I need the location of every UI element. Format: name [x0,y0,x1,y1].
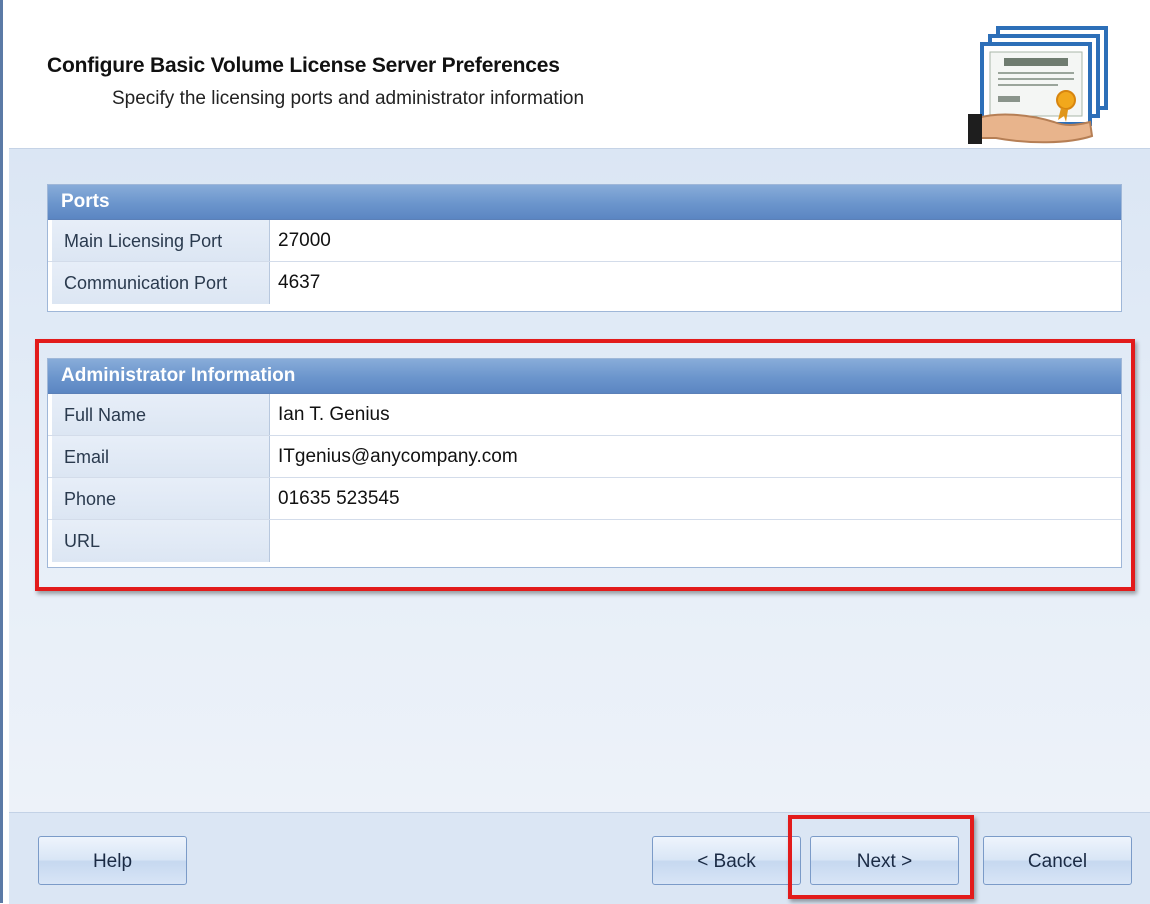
full-name-input[interactable] [270,394,1117,435]
next-button[interactable]: Next > [810,836,959,885]
ports-group-title: Ports [48,185,1121,220]
phone-input[interactable] [270,478,1117,519]
window-top-edge [9,0,1150,12]
main-licensing-port-input[interactable] [270,220,1117,261]
wizard-header: Configure Basic Volume License Server Pr… [9,12,1150,149]
url-label: URL [52,520,270,562]
main-licensing-port-label: Main Licensing Port [52,220,270,261]
property-row: Communication Port [48,262,1121,304]
page-title: Configure Basic Volume License Server Pr… [47,54,560,77]
full-name-label: Full Name [52,394,270,435]
communication-port-label: Communication Port [52,262,270,304]
property-row: URL [48,520,1121,562]
property-row: Full Name [48,394,1121,436]
email-input[interactable] [270,436,1117,477]
help-button[interactable]: Help [38,836,187,885]
cancel-button[interactable]: Cancel [983,836,1132,885]
ports-group: Ports Main Licensing Port Communication … [47,184,1122,312]
communication-port-input[interactable] [270,262,1117,304]
url-input[interactable] [270,520,1117,562]
property-row: Main Licensing Port [48,220,1121,262]
window-left-border [0,0,9,903]
certificate-documents-icon [968,26,1108,144]
email-label: Email [52,436,270,477]
property-row: Email [48,436,1121,478]
back-button[interactable]: < Back [652,836,801,885]
administrator-information-group: Administrator Information Full Name Emai… [47,358,1122,568]
phone-label: Phone [52,478,270,519]
administrator-group-title: Administrator Information [48,359,1121,394]
page-subtitle: Specify the licensing ports and administ… [112,88,585,109]
property-row: Phone [48,478,1121,520]
